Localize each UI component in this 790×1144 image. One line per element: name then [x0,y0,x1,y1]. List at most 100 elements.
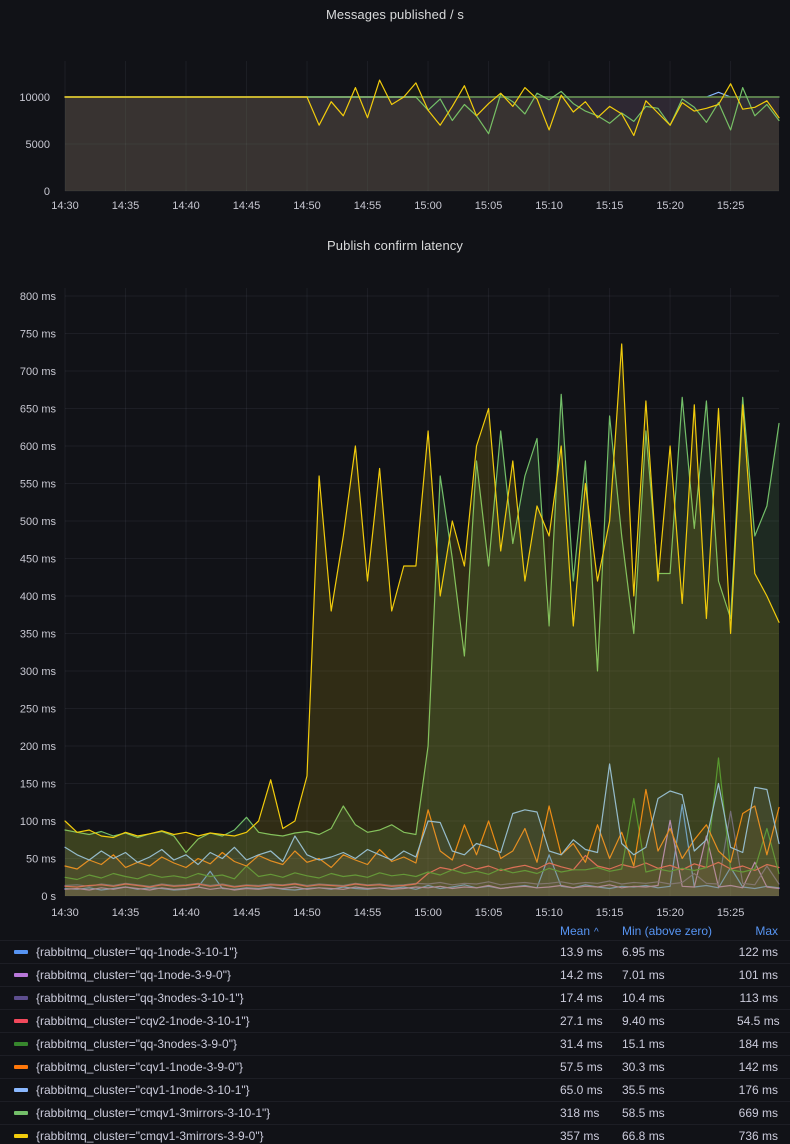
x-tick-label: 14:40 [172,907,200,919]
legend-series-label: {rabbitmq_cluster="qq-1node-3-10-1"} [36,945,560,959]
y-tick-label: 300 ms [20,666,57,678]
y-tick-label: 400 ms [20,591,57,603]
x-tick-label: 15:05 [475,907,503,919]
x-tick-label: 14:35 [112,200,140,212]
legend-rows: {rabbitmq_cluster="qq-1node-3-10-1"}13.9… [0,940,790,1144]
x-tick-label: 15:20 [656,907,684,919]
legend-min-value: 35.5 ms [622,1083,737,1097]
legend-min-value: 9.40 ms [622,1014,737,1028]
series-color-swatch [14,996,28,1000]
y-tick-label: 700 ms [20,366,57,378]
legend-row[interactable]: {rabbitmq_cluster="cqv2-1node-3-10-1"}27… [0,1009,790,1032]
legend-min-value: 10.4 ms [622,991,737,1005]
series-color-swatch [14,950,28,954]
x-tick-label: 14:55 [354,907,382,919]
x-tick-label: 14:30 [51,200,79,212]
x-tick-label: 15:10 [535,200,563,212]
legend-min-value: 30.3 ms [622,1060,737,1074]
legend-mean-value: 14.2 ms [560,968,622,982]
legend-series-label: {rabbitmq_cluster="cqv1-1node-3-10-1"} [36,1083,560,1097]
series-area-9 [65,344,779,896]
legend-max-value: 122 ms [737,945,790,959]
grafana-dashboard: Messages published / s 050001000014:3014… [0,0,790,1144]
legend-row[interactable]: {rabbitmq_cluster="qq-1node-3-10-1"}13.9… [0,940,790,963]
panel-title-messages-published[interactable]: Messages published / s [0,7,790,23]
x-tick-label: 14:40 [172,200,200,212]
legend-max-value: 184 ms [737,1037,790,1051]
legend-series-label: {rabbitmq_cluster="qq-3nodes-3-10-1"} [36,991,560,1005]
messages-published-chart[interactable]: 050001000014:3014:3514:4014:4514:5014:55… [0,29,790,229]
y-tick-label: 150 ms [20,779,57,791]
y-tick-label: 250 ms [20,704,57,716]
legend-mean-value: 13.9 ms [560,945,622,959]
y-tick-label: 0 [44,186,50,198]
legend-mean-value: 31.4 ms [560,1037,622,1051]
legend-table: Mean ^ Min (above zero) Max {rabbitmq_clu… [0,922,790,1144]
legend-min-value: 7.01 ms [622,968,737,982]
y-tick-label: 200 ms [20,741,57,753]
legend-max-value: 669 ms [737,1106,790,1120]
y-tick-label: 500 ms [20,516,57,528]
legend-mean-value: 318 ms [560,1106,622,1120]
legend-min-value: 66.8 ms [622,1129,737,1143]
legend-series-label: {rabbitmq_cluster="qq-3nodes-3-9-0"} [36,1037,560,1051]
series-color-swatch [14,1134,28,1138]
legend-min-value: 6.95 ms [622,945,737,959]
x-tick-label: 14:30 [51,907,79,919]
legend-min-value: 58.5 ms [622,1106,737,1120]
series-color-swatch [14,1019,28,1023]
publish-confirm-latency-chart[interactable]: 0 s50 ms100 ms150 ms200 ms250 ms300 ms35… [0,258,790,922]
panel-publish-confirm-latency: Publish confirm latency 0 s50 ms100 ms15… [0,238,790,1144]
legend-mean-value: 57.5 ms [560,1060,622,1074]
x-tick-label: 14:55 [354,200,382,212]
y-tick-label: 5000 [26,139,50,151]
legend-header-max[interactable]: Max [737,924,790,938]
legend-row[interactable]: {rabbitmq_cluster="qq-1node-3-9-0"}14.2 … [0,963,790,986]
series-color-swatch [14,1065,28,1069]
y-tick-label: 600 ms [20,441,57,453]
sort-asc-icon: ^ [594,927,599,938]
legend-row[interactable]: {rabbitmq_cluster="qq-3nodes-3-9-0"}31.4… [0,1032,790,1055]
x-tick-label: 14:50 [293,907,321,919]
legend-max-value: 176 ms [737,1083,790,1097]
series-color-swatch [14,973,28,977]
y-tick-label: 800 ms [20,291,57,303]
x-tick-label: 14:35 [112,907,140,919]
y-tick-label: 550 ms [20,479,57,491]
y-tick-label: 0 s [41,891,56,903]
legend-row[interactable]: {rabbitmq_cluster="qq-3nodes-3-10-1"}17.… [0,986,790,1009]
x-tick-label: 14:45 [233,907,261,919]
legend-header-mean[interactable]: Mean ^ [560,924,622,938]
legend-row[interactable]: {rabbitmq_cluster="cqv1-1node-3-9-0"}57.… [0,1055,790,1078]
series-color-swatch [14,1088,28,1092]
legend-header-min[interactable]: Min (above zero) [622,924,737,938]
legend-max-value: 113 ms [737,991,790,1005]
legend-mean-value: 17.4 ms [560,991,622,1005]
x-tick-label: 15:05 [475,200,503,212]
y-tick-label: 100 ms [20,816,57,828]
legend-mean-value: 65.0 ms [560,1083,622,1097]
legend-row[interactable]: {rabbitmq_cluster="cmqv1-3mirrors-3-9-0"… [0,1124,790,1144]
legend-max-value: 736 ms [737,1129,790,1143]
legend-series-label: {rabbitmq_cluster="qq-1node-3-9-0"} [36,968,560,982]
legend-series-label: {rabbitmq_cluster="cmqv1-3mirrors-3-9-0"… [36,1129,560,1143]
x-tick-label: 15:00 [414,200,442,212]
panel-title-publish-confirm-latency[interactable]: Publish confirm latency [0,238,790,254]
legend-min-value: 15.1 ms [622,1037,737,1051]
x-tick-label: 15:25 [717,200,745,212]
legend-header-row: Mean ^ Min (above zero) Max [0,922,790,940]
x-tick-label: 15:25 [717,907,745,919]
legend-series-label: {rabbitmq_cluster="cqv1-1node-3-9-0"} [36,1060,560,1074]
y-tick-label: 350 ms [20,629,57,641]
legend-row[interactable]: {rabbitmq_cluster="cqv1-1node-3-10-1"}65… [0,1078,790,1101]
x-tick-label: 14:45 [233,200,261,212]
legend-header-mean-label: Mean [560,924,590,938]
legend-max-value: 142 ms [737,1060,790,1074]
legend-series-label: {rabbitmq_cluster="cqv2-1node-3-10-1"} [36,1014,560,1028]
legend-max-value: 54.5 ms [737,1014,790,1028]
legend-series-label: {rabbitmq_cluster="cmqv1-3mirrors-3-10-1… [36,1106,560,1120]
x-tick-label: 15:00 [414,907,442,919]
legend-row[interactable]: {rabbitmq_cluster="cmqv1-3mirrors-3-10-1… [0,1101,790,1124]
x-tick-label: 14:50 [293,200,321,212]
x-tick-label: 15:15 [596,200,624,212]
